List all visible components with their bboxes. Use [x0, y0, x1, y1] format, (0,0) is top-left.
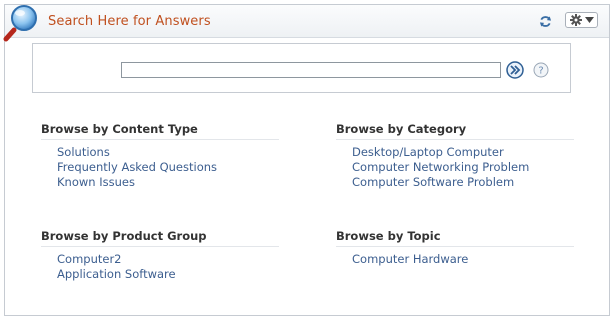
link-faq[interactable]: Frequently Asked Questions: [57, 160, 217, 174]
search-pagelet: Search Here for Answers ? Browse by Cont…: [3, 4, 610, 316]
link-networking-problem[interactable]: Computer Networking Problem: [352, 160, 529, 174]
link-known-issues[interactable]: Known Issues: [57, 175, 135, 189]
section-heading: Browse by Category: [336, 122, 574, 140]
svg-text:?: ?: [538, 66, 543, 77]
magnifier-icon: [3, 5, 37, 42]
link-solutions[interactable]: Solutions: [57, 145, 110, 159]
section-heading: Browse by Topic: [336, 229, 574, 247]
section-heading: Browse by Product Group: [41, 229, 279, 247]
section-product-group: Browse by Product Group Computer2 Applic…: [41, 229, 279, 281]
link-application-software[interactable]: Application Software: [57, 267, 176, 281]
pagelet-header: Search Here for Answers: [3, 5, 609, 42]
section-topic: Browse by Topic Computer Hardware: [336, 229, 574, 266]
section-content-type: Browse by Content Type Solutions Frequen…: [41, 122, 279, 189]
pagelet-title: Search Here for Answers: [48, 14, 211, 29]
link-computer-hardware[interactable]: Computer Hardware: [352, 252, 468, 266]
refresh-icon[interactable]: [539, 15, 552, 28]
section-category: Browse by Category Desktop/Laptop Comput…: [336, 122, 574, 189]
section-heading: Browse by Content Type: [41, 122, 279, 140]
link-software-problem[interactable]: Computer Software Problem: [352, 175, 514, 189]
pagelet-options-button[interactable]: [565, 12, 598, 28]
help-icon[interactable]: ?: [533, 62, 549, 78]
link-computer2[interactable]: Computer2: [57, 252, 122, 266]
search-box: ?: [32, 43, 571, 93]
gear-icon: [570, 14, 582, 26]
chevron-down-icon: [585, 17, 594, 23]
double-chevron-right-icon[interactable]: [506, 61, 524, 79]
search-input[interactable]: [121, 62, 501, 78]
link-desktop-laptop[interactable]: Desktop/Laptop Computer: [352, 145, 504, 159]
